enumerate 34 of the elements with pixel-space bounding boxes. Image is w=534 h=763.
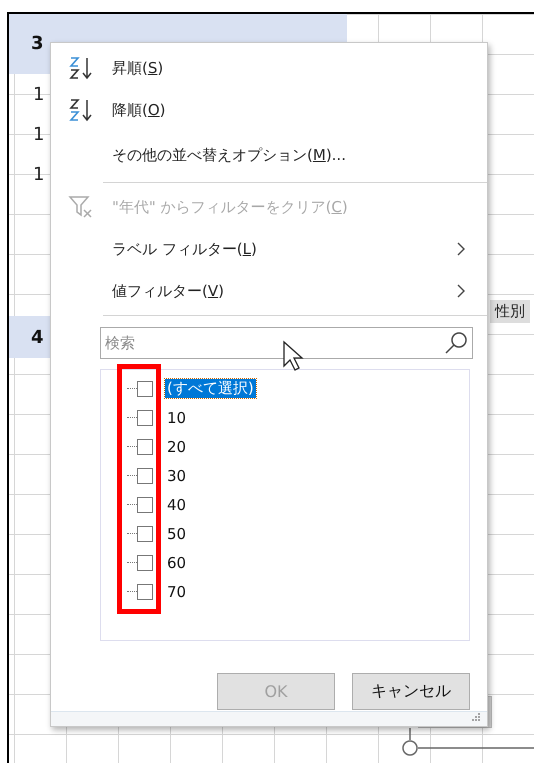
checkbox[interactable] [137,584,153,600]
menu-item[interactable]: 値フィルター(V) [51,270,487,312]
field-button[interactable]: 性別 [490,300,530,323]
value-item[interactable]: 30 [165,466,188,484]
cell-text: 1 [33,84,44,104]
value-item[interactable]: 60 [165,554,188,572]
checkbox[interactable] [137,468,153,484]
checkbox[interactable] [137,554,153,570]
checkbox[interactable] [137,438,153,454]
menu-item[interactable]: 昇順(S) [51,47,487,89]
value-item[interactable]: 20 [165,438,188,456]
chevron-right-icon [457,284,465,298]
checkbox[interactable] [137,410,153,426]
search-field[interactable]: 検索 [100,327,473,359]
cell-text: 1 [33,124,44,144]
mouse-pointer-icon [282,340,304,372]
menu-item[interactable]: 降順(O) [51,89,487,131]
menu-item[interactable]: ラベル フィルター(L) [51,228,487,270]
resize-grip-icon [471,712,481,722]
cell-text: 3 [31,33,44,54]
value-item[interactable]: 10 [165,408,188,426]
value-item[interactable]: 70 [165,582,188,600]
menu-item[interactable]: その他の並べ替えオプション(M)... [51,131,487,179]
checkbox[interactable] [137,526,153,542]
value-item[interactable]: 40 [165,496,188,514]
chevron-right-icon [457,242,465,256]
cell-text: 4 [31,327,44,348]
value-item[interactable]: (すべて選択) [165,379,256,398]
search-icon [444,331,468,355]
checkbox[interactable] [137,496,153,512]
dialog-button[interactable]: キャンセル [352,673,470,710]
value-item[interactable]: 50 [165,524,188,542]
cell-text: 1 [33,164,44,184]
checkbox[interactable] [137,380,153,396]
